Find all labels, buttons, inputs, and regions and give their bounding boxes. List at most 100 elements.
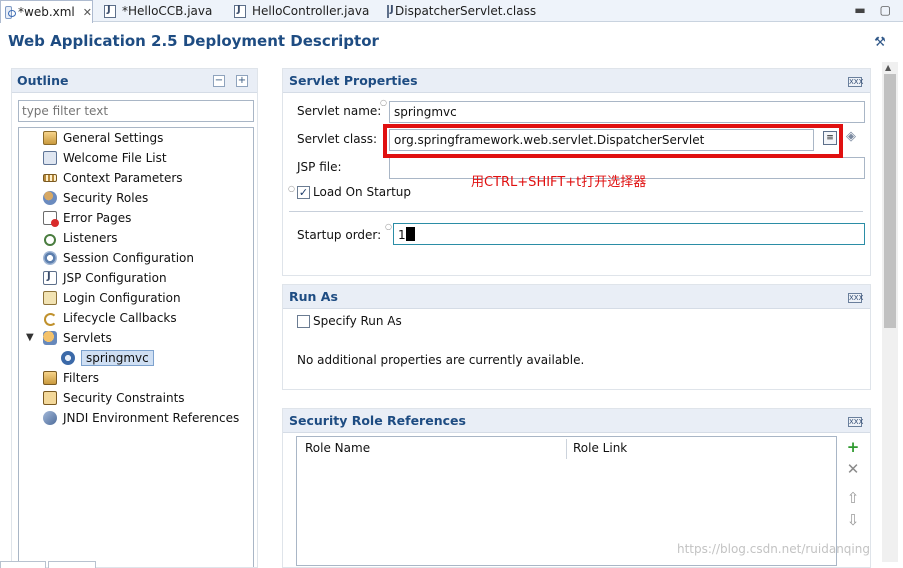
startup-order-value: 1 [398,228,406,242]
remove-icon[interactable]: ✕ [845,461,861,477]
java-file-icon [104,4,116,18]
tree-item-label: Error Pages [63,211,132,225]
scrollbar-thumb[interactable] [884,74,896,328]
section-title: Servlet Properties [289,73,418,88]
tree-item-general-settings[interactable]: General Settings [43,129,163,147]
tree-item-session-configuration[interactable]: Session Configuration [43,249,194,267]
maximize-button[interactable]: ▢ [880,3,891,17]
tree-item-jndi-references[interactable]: JNDI Environment References [43,409,239,427]
tab-design[interactable] [0,561,46,568]
security-constraints-icon [43,391,57,405]
help-icon[interactable]: ⚒ [873,36,887,50]
servlet-class-label: Servlet class: [297,132,378,146]
welcome-file-icon [43,151,57,165]
tab-hello-controller[interactable]: HelloController.java [230,0,370,22]
lifecycle-callbacks-icon [43,311,57,326]
required-marker-icon: ○ [288,184,295,193]
specify-run-as-label: Specify Run As [313,314,402,328]
jndi-references-icon [43,411,57,425]
required-marker-icon: ○ [380,98,387,107]
tree-item-security-constraints[interactable]: Security Constraints [43,389,185,407]
tree-item-label: Login Configuration [63,291,181,305]
text-cursor [405,227,415,241]
tab-label: *HelloCCB.java [122,4,213,18]
tree-item-label: Filters [63,371,99,385]
xml-file-icon [5,5,17,19]
tree-item-label: Welcome File List [63,151,167,165]
tree-item-label: General Settings [63,131,164,145]
column-divider[interactable] [566,439,567,459]
tree-item-error-pages[interactable]: Error Pages [43,209,131,227]
startup-order-field[interactable]: 1 [393,223,865,245]
tab-hello-ccb[interactable]: *HelloCCB.java [100,0,220,22]
tab-label: DispatcherServlet.class [395,4,537,18]
tab-label: *web.xml [18,5,75,19]
login-configuration-icon [43,291,57,305]
collapse-all-icon[interactable]: − [213,75,225,87]
tree-item-springmvc[interactable]: springmvc [61,349,154,367]
add-icon[interactable]: + [845,439,861,455]
divider [289,211,863,212]
listeners-icon [43,231,57,246]
tree-item-label: Context Parameters [63,171,183,185]
column-header-role-name[interactable]: Role Name [305,441,370,455]
tab-source[interactable] [48,561,96,568]
vertical-scrollbar[interactable]: ▲ [882,62,898,562]
section-toolbar-icon[interactable]: XXX [848,77,863,87]
tree-item-context-parameters[interactable]: Context Parameters [43,169,183,187]
chevron-down-icon[interactable]: ▼ [26,332,34,343]
close-icon[interactable]: ✕ [83,6,92,19]
section-header: Run As XXX [283,285,870,309]
minimize-button[interactable]: ▬ [854,3,865,17]
tree-item-filters[interactable]: Filters [43,369,99,387]
jsp-configuration-icon [43,271,57,285]
tree-item-label: springmvc [81,350,154,366]
tree-item-label: Session Configuration [63,251,194,265]
section-toolbar-icon[interactable]: XXX [848,293,863,303]
tree-item-label: Servlets [63,331,112,345]
load-on-startup-label: Load On Startup [313,185,412,199]
tree-item-lifecycle-callbacks[interactable]: Lifecycle Callbacks [43,309,177,327]
tree-item-jsp-configuration[interactable]: JSP Configuration [43,269,167,287]
tab-label: HelloController.java [252,4,370,18]
tree-item-listeners[interactable]: Listeners [43,229,118,247]
tree-item-security-roles[interactable]: Security Roles [43,189,148,207]
tree-item-label: Lifecycle Callbacks [63,311,177,325]
run-as-info-text: No additional properties are currently a… [297,353,585,367]
security-roles-icon [43,191,57,205]
load-on-startup-checkbox[interactable]: ✓ [297,186,310,199]
class-file-icon [387,4,394,18]
required-marker-icon: ○ [385,222,392,231]
error-pages-icon [43,211,59,227]
tab-web-xml[interactable]: *web.xml ✕ [0,0,93,23]
java-file-icon [234,4,246,18]
move-up-icon[interactable]: ⇧ [845,490,861,506]
context-parameters-icon [43,174,57,182]
section-header: Servlet Properties XXX [283,69,870,93]
scroll-up-icon[interactable]: ▲ [885,63,891,72]
class-hierarchy-icon[interactable]: ◈ [846,129,856,144]
section-title: Run As [289,289,338,304]
column-header-role-link[interactable]: Role Link [573,441,627,455]
tree-item-label: Listeners [63,231,118,245]
general-settings-icon [43,131,57,145]
outline-filter-input[interactable] [18,100,254,122]
highlight-box [383,124,843,158]
specify-run-as-checkbox[interactable] [297,315,310,328]
filters-icon [43,371,57,385]
expand-all-icon[interactable]: + [236,75,248,87]
editor-header: Web Application 2.5 Deployment Descripto… [0,23,903,60]
servlet-name-field[interactable]: springmvc [389,101,865,123]
servlet-name-label: Servlet name: [297,104,382,118]
outline-tree: General Settings Welcome File List Conte… [18,127,254,567]
tree-item-welcome-file-list[interactable]: Welcome File List [43,149,167,167]
tree-item-login-configuration[interactable]: Login Configuration [43,289,181,307]
move-down-icon[interactable]: ⇩ [845,512,861,528]
servlets-icon [43,331,57,345]
outline-panel: Outline − + General Settings Welcome Fil… [11,68,258,568]
bottom-tab-bar [0,561,100,568]
tree-item-servlets[interactable]: Servlets [43,329,112,347]
section-toolbar-icon[interactable]: XXX [848,417,863,427]
session-configuration-icon [43,251,57,265]
tab-dispatcher-servlet[interactable]: DispatcherServlet.class [383,0,537,22]
